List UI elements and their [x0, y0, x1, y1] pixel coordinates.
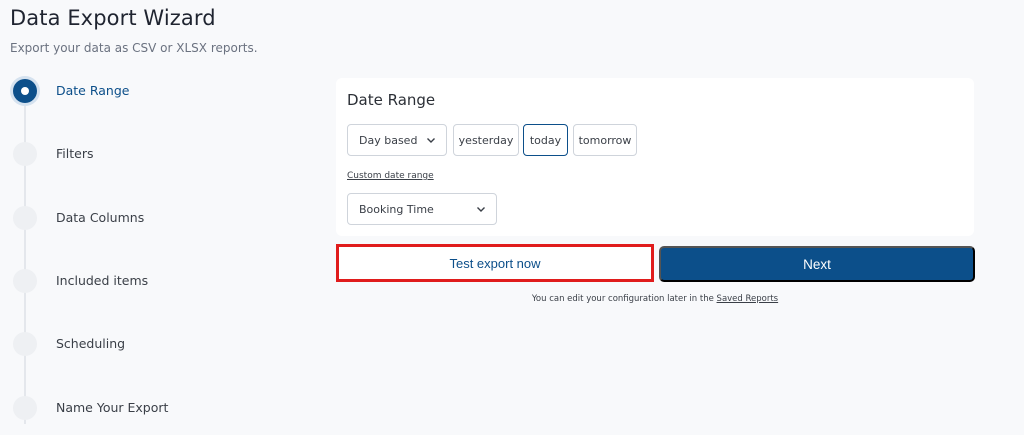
step-label: Data Columns: [56, 210, 145, 225]
step-date-range[interactable]: Date Range: [0, 78, 320, 106]
footnote: You can edit your configuration later in…: [336, 294, 974, 304]
next-button[interactable]: Next: [659, 246, 975, 282]
footnote-text: You can edit your configuration later in…: [531, 294, 717, 304]
step-label: Filters: [56, 146, 94, 161]
step-scheduling[interactable]: Scheduling: [0, 331, 320, 359]
day-mode-value: Day based: [359, 133, 418, 147]
chip-tomorrow[interactable]: tomorrow: [573, 124, 637, 156]
step-included-items[interactable]: Included items: [0, 268, 320, 296]
custom-date-range-link[interactable]: Custom date range: [347, 171, 434, 181]
page-title: Data Export Wizard: [10, 6, 216, 30]
chip-yesterday[interactable]: yesterday: [453, 124, 519, 156]
step-label: Name Your Export: [56, 400, 169, 415]
radio-dot-icon: [13, 79, 37, 103]
chip-today[interactable]: today: [523, 124, 568, 156]
card-title: Date Range: [347, 91, 436, 109]
time-field-select[interactable]: Booking Time: [347, 193, 497, 225]
step-marker-icon: [13, 396, 37, 420]
chevron-down-icon: [427, 138, 435, 143]
wizard-stepper: Date Range Filters Data Columns Included…: [0, 78, 320, 435]
page-subtitle: Export your data as CSV or XLSX reports.: [10, 41, 258, 55]
day-mode-select[interactable]: Day based: [347, 124, 447, 156]
step-marker-icon: [13, 206, 37, 230]
step-marker-icon: [13, 142, 37, 166]
saved-reports-link[interactable]: Saved Reports: [717, 294, 779, 304]
step-marker-icon: [13, 269, 37, 293]
step-data-columns[interactable]: Data Columns: [0, 205, 320, 233]
time-field-value: Booking Time: [359, 202, 434, 216]
step-marker-icon: [13, 332, 37, 356]
step-label: Date Range: [56, 83, 130, 98]
step-label: Included items: [56, 273, 149, 288]
step-name-your-export[interactable]: Name Your Export: [0, 395, 320, 423]
chevron-down-icon: [477, 207, 485, 212]
step-label: Scheduling: [56, 336, 126, 351]
date-range-card: Date Range Day based yesterday today tom…: [336, 78, 974, 236]
test-export-button[interactable]: Test export now: [336, 244, 654, 282]
step-filters[interactable]: Filters: [0, 141, 320, 169]
